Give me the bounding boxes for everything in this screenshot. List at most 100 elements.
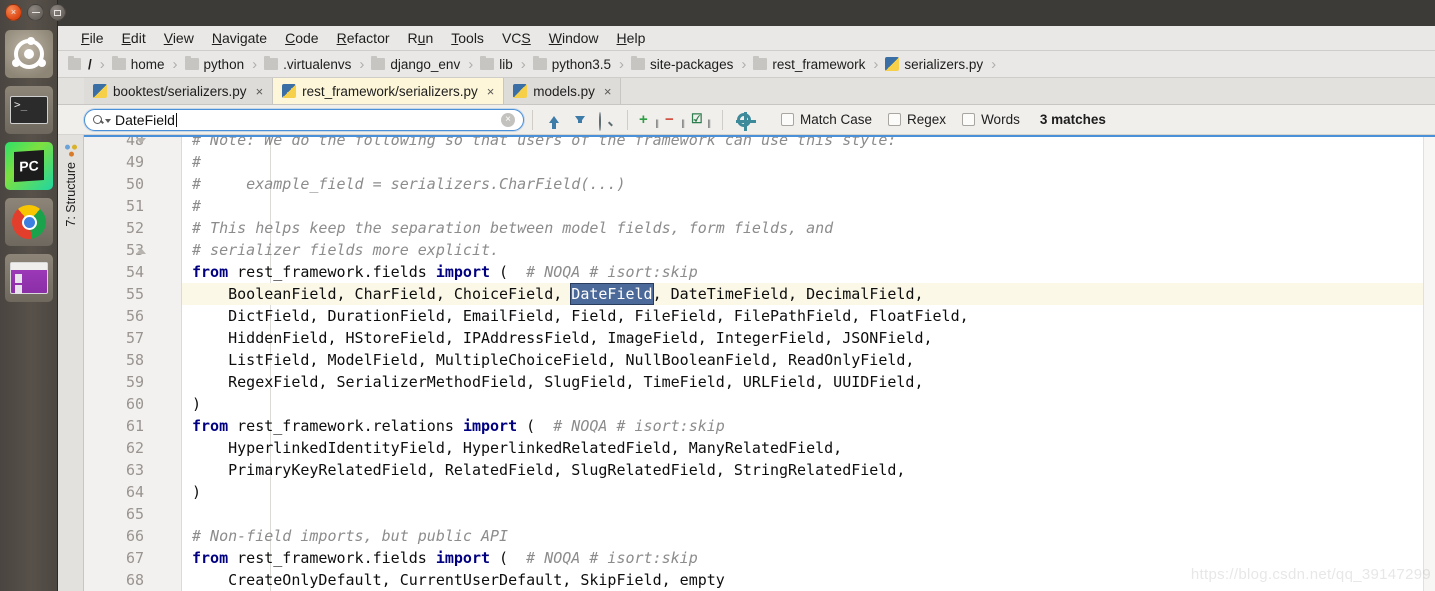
breadcrumb-item-rest-framework[interactable]: rest_framework (753, 56, 865, 72)
code-line[interactable]: 58 ListField, ModelField, MultipleChoice… (84, 349, 1435, 371)
find-next-button[interactable] (569, 109, 591, 131)
breadcrumb-item-root[interactable]: / (68, 56, 92, 72)
code-line[interactable]: 48 # Note: We do the following so that us… (84, 135, 1435, 151)
code-line[interactable]: 55 BooleanField, CharField, ChoiceField,… (84, 283, 1435, 305)
close-icon[interactable]: × (487, 84, 495, 99)
menu-item-code[interactable]: Code (276, 26, 327, 51)
code-text: DictField, DurationField, EmailField, Fi… (192, 307, 969, 325)
code-line[interactable]: 56 DictField, DurationField, EmailField,… (84, 305, 1435, 327)
chevron-down-icon[interactable] (105, 118, 111, 123)
breadcrumb-item-python[interactable]: python (184, 56, 244, 72)
code-line[interactable]: 62 HyperlinkedIdentityField, Hyperlinked… (84, 437, 1435, 459)
find-previous-button[interactable] (543, 109, 565, 131)
clear-search-button[interactable]: × (501, 112, 515, 127)
code-comment: # serializer fields more explicit. (192, 241, 500, 259)
close-icon[interactable]: × (604, 84, 612, 99)
find-settings-button[interactable] (733, 109, 756, 131)
code-line[interactable]: 54 from rest_framework.fields import ( # … (84, 261, 1435, 283)
breadcrumb-label: django_env (390, 56, 461, 72)
code-line-content: # serializer fields more explicit. (182, 239, 1435, 261)
chrome-icon (12, 205, 46, 239)
code-line[interactable]: 49 # (84, 151, 1435, 173)
launcher-item-terminal[interactable]: >_ (5, 86, 53, 134)
code-editor[interactable]: 48 # Note: We do the following so that us… (84, 135, 1435, 591)
code-line[interactable]: 66 # Non-field imports, but public API (84, 525, 1435, 547)
line-number: 59 (84, 371, 182, 393)
folder-icon (753, 56, 768, 70)
find-option-match-case[interactable]: Match Case (781, 112, 872, 127)
window-maximize-button[interactable] (49, 4, 66, 21)
code-line[interactable]: 52 # This helps keep the separation betwe… (84, 217, 1435, 239)
tool-window-tab-structure[interactable]: 7: Structure (64, 137, 78, 235)
menu-item-file[interactable]: File (72, 26, 113, 51)
breadcrumb-separator: › (468, 55, 474, 73)
match-count-label: 3 matches (1039, 112, 1106, 127)
line-number: 50 (84, 173, 182, 195)
menu-item-vcs[interactable]: VCS (493, 26, 540, 51)
checkbox-icon[interactable] (781, 113, 794, 126)
code-line[interactable]: 57 HiddenField, HStoreField, IPAddressFi… (84, 327, 1435, 349)
code-line[interactable]: 67 from rest_framework.fields import ( # … (84, 547, 1435, 569)
code-text: ( (490, 549, 527, 567)
checkbox-icon[interactable] (962, 113, 976, 126)
code-line[interactable]: 50 # example_field = serializers.CharFiel… (84, 173, 1435, 195)
code-line[interactable]: 53 # serializer fields more explicit. (84, 239, 1435, 261)
search-icon (93, 115, 102, 124)
code-text: HiddenField, HStoreField, IPAddressField… (192, 329, 933, 347)
code-line-content: # Note: We do the following so that user… (182, 135, 1435, 151)
search-input[interactable]: DateField × (84, 108, 524, 131)
window-close-button[interactable]: × (5, 4, 22, 21)
launcher-item-pycharm[interactable]: PC (5, 142, 53, 190)
launcher-item-ubuntu[interactable] (5, 30, 53, 78)
menu-item-refactor[interactable]: Refactor (328, 26, 399, 51)
menu-item-window[interactable]: Window (540, 26, 608, 51)
menu-item-run[interactable]: Run (399, 26, 443, 51)
code-line[interactable]: 60) (84, 393, 1435, 415)
breadcrumb-item-python3-5[interactable]: python3.5 (532, 56, 611, 72)
breadcrumb-label: home (130, 56, 165, 72)
line-number-label: 52 (125, 219, 144, 237)
breadcrumb-item--virtualenvs[interactable]: .virtualenvs (264, 56, 351, 72)
launcher-item-files[interactable] (5, 254, 53, 302)
menu-item-view[interactable]: View (155, 26, 203, 51)
code-line[interactable]: 64) (84, 481, 1435, 503)
window-minimize-button[interactable] (27, 4, 44, 21)
gear-icon (736, 111, 756, 131)
line-number-label: 58 (125, 351, 144, 369)
find-option-regex[interactable]: Regex (888, 112, 946, 127)
code-line[interactable]: 65 (84, 503, 1435, 525)
code-text: rest_framework.fields (228, 263, 436, 281)
code-line[interactable]: 68 CreateOnlyDefault, CurrentUserDefault… (84, 569, 1435, 591)
line-number: 56 (84, 305, 182, 327)
breadcrumb-item-serializers-py[interactable]: serializers.py (885, 57, 983, 72)
menu-item-edit[interactable]: Edit (113, 26, 155, 51)
remove-selection-button[interactable]: − || (664, 109, 686, 131)
breadcrumb-item-django-env[interactable]: django_env (371, 56, 461, 72)
checkbox-icon[interactable] (888, 113, 902, 126)
code-line[interactable]: 63 PrimaryKeyRelatedField, RelatedField,… (84, 459, 1435, 481)
find-option-words[interactable]: Words (962, 112, 1020, 127)
select-all-occurrences-button[interactable]: ☑ || (690, 109, 712, 131)
menu-item-tools[interactable]: Tools (442, 26, 493, 51)
selected-occurrence[interactable]: DateField (570, 283, 654, 305)
add-selection-button[interactable]: + || (638, 109, 660, 131)
code-line-content: # example_field = serializers.CharField(… (182, 173, 1435, 195)
menu-item-navigate[interactable]: Navigate (203, 26, 276, 51)
editor-tab-1[interactable]: rest_framework/serializers.py × (273, 78, 505, 104)
code-line[interactable]: 51 # (84, 195, 1435, 217)
close-icon[interactable]: × (256, 84, 264, 99)
breadcrumb-item-lib[interactable]: lib (480, 56, 513, 72)
launcher-item-chrome[interactable] (5, 198, 53, 246)
add-selection-icon: + || (639, 110, 659, 128)
editor-tab-2[interactable]: models.py × (504, 78, 622, 104)
breadcrumb-item-site-packages[interactable]: site-packages (631, 56, 733, 72)
code-line[interactable]: 59 RegexField, SerializerMethodField, Sl… (84, 371, 1435, 393)
menu-item-help[interactable]: Help (608, 26, 655, 51)
find-toolbar: DateField × + || − || ☑ || Match Case Re… (58, 105, 1435, 135)
editor-tab-0[interactable]: booktest/serializers.py × (84, 78, 274, 104)
code-line[interactable]: 61 from rest_framework.relations import (… (84, 415, 1435, 437)
vertical-scrollbar[interactable] (1423, 135, 1435, 591)
breadcrumb-item-home[interactable]: home (111, 56, 165, 72)
folder-icon (371, 56, 386, 70)
find-all-button[interactable] (595, 109, 617, 131)
